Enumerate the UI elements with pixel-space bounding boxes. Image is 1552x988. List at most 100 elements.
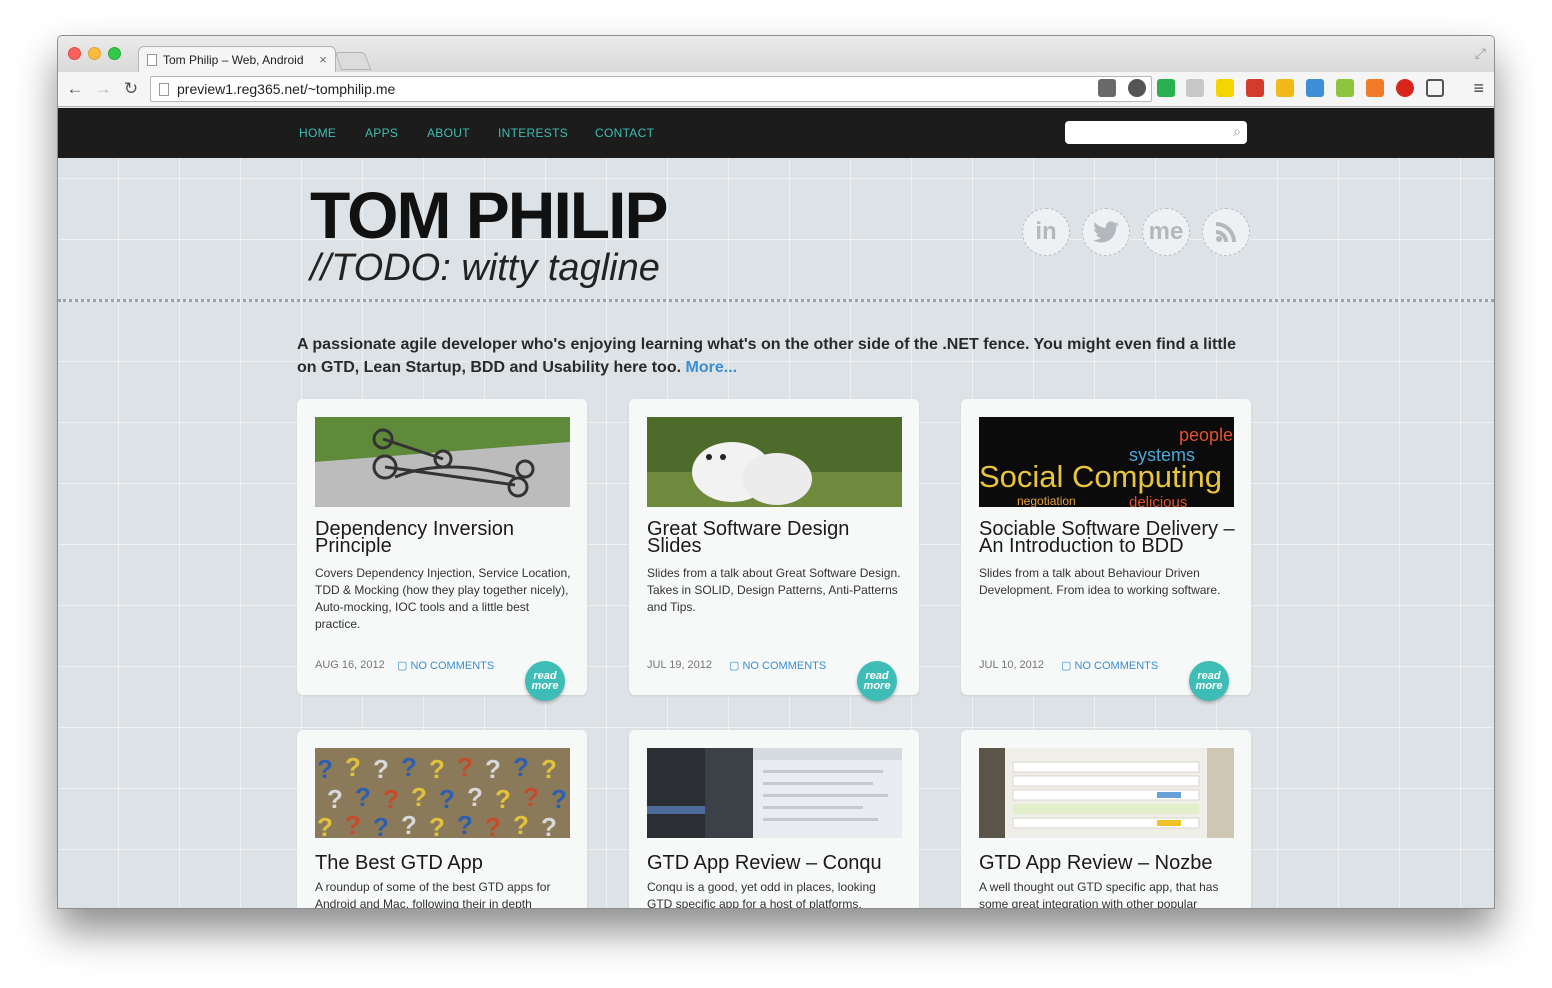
svg-text:?: ? [373, 754, 389, 784]
tab-close-icon[interactable]: × [317, 52, 329, 67]
post-comments-link[interactable]: ▢ NO COMMENTS [729, 659, 826, 672]
comment-icon: ▢ [729, 660, 740, 672]
forward-icon[interactable]: → [92, 79, 114, 99]
svg-text:?: ? [411, 782, 427, 812]
adblock-icon[interactable] [1396, 79, 1414, 97]
browser-window: Tom Philip – Web, Android × ⤢ ← → ↻ prev… [57, 35, 1495, 909]
address-bar[interactable]: preview1.reg365.net/~tomphilip.me ☆ [150, 76, 1152, 102]
extension-icon[interactable] [1098, 79, 1116, 97]
maximize-window-button[interactable] [108, 47, 121, 60]
browser-tab[interactable]: Tom Philip – Web, Android × [138, 46, 336, 72]
post-date: JUL 19, 2012 [647, 659, 713, 671]
nav-apps[interactable]: APPS [365, 126, 398, 140]
post-title[interactable]: GTD App Review – Conqu [647, 852, 909, 874]
page-icon [159, 82, 169, 96]
nav-home[interactable]: HOME [299, 126, 336, 140]
post-excerpt: Conqu is a good, yet odd in places, look… [647, 880, 876, 909]
svg-text:?: ? [439, 784, 455, 814]
post-title[interactable]: Dependency Inversion Principle [315, 519, 577, 556]
search-input[interactable]: ⌕ [1065, 121, 1247, 144]
linkedin-icon[interactable]: in [1022, 208, 1070, 256]
post-thumbnail: ????????? ????????? ????????? [315, 748, 570, 838]
twitter-icon[interactable] [1082, 208, 1130, 256]
svg-text:?: ? [383, 784, 399, 814]
svg-text:?: ? [541, 812, 557, 838]
menu-icon[interactable]: ≡ [1473, 78, 1484, 99]
svg-text:?: ? [327, 784, 343, 814]
intro-text: A passionate agile developer who's enjoy… [297, 336, 1237, 376]
title-bar: Tom Philip – Web, Android × ⤢ [58, 36, 1494, 72]
svg-text:?: ? [513, 752, 529, 782]
svg-text:?: ? [355, 782, 371, 812]
post-title[interactable]: The Best GTD App [315, 852, 577, 874]
comment-icon: ▢ [397, 660, 408, 672]
post-title[interactable]: Sociable Software Delivery – An Introduc… [979, 519, 1241, 556]
about-me-icon[interactable]: me [1142, 208, 1190, 256]
post-thumbnail [647, 748, 902, 838]
nav-about[interactable]: ABOUT [427, 126, 470, 140]
comment-icon: ▢ [1061, 660, 1072, 672]
svg-text:?: ? [401, 752, 417, 782]
site-nav: HOME APPS ABOUT INTERESTS CONTACT ⌕ [58, 108, 1494, 158]
svg-text:?: ? [523, 782, 539, 812]
extension-icon[interactable] [1157, 79, 1175, 97]
svg-text:negotiation: negotiation [1017, 494, 1076, 507]
read-more-button[interactable]: read more [857, 661, 897, 701]
post-comments-link[interactable]: ▢ NO COMMENTS [397, 659, 494, 672]
svg-text:?: ? [457, 752, 473, 782]
read-more-button[interactable]: read more [1189, 661, 1229, 701]
post-card[interactable]: GTD App Review – Nozbe A well thought ou… [961, 730, 1251, 908]
intro-more-link[interactable]: More... [685, 359, 737, 376]
reload-icon[interactable]: ↻ [120, 79, 142, 99]
extension-icon[interactable] [1366, 79, 1384, 97]
post-card[interactable]: ????????? ????????? ????????? The Best G… [297, 730, 587, 909]
post-card[interactable]: Dependency Inversion Principle Covers De… [297, 399, 587, 701]
rss-icon[interactable] [1202, 208, 1250, 256]
translate-icon[interactable] [1306, 79, 1324, 97]
svg-text:?: ? [429, 812, 445, 838]
minimize-window-button[interactable] [88, 47, 101, 60]
svg-text:?: ? [317, 754, 333, 784]
search-icon[interactable]: ⌕ [1233, 123, 1241, 140]
svg-text:?: ? [513, 810, 529, 838]
svg-text:?: ? [467, 782, 483, 812]
post-thumbnail [979, 748, 1234, 838]
header-divider [58, 299, 1494, 302]
cast-icon[interactable] [1426, 79, 1444, 97]
new-tab-button[interactable] [334, 52, 372, 70]
read-more-button[interactable]: read more [525, 661, 565, 701]
extension-icon[interactable] [1186, 79, 1204, 97]
nav-contact[interactable]: CONTACT [595, 126, 654, 140]
svg-text:?: ? [345, 810, 361, 838]
url-text: preview1.reg365.net/~tomphilip.me [177, 81, 396, 97]
svg-text:?: ? [401, 810, 417, 838]
close-window-button[interactable] [68, 47, 81, 60]
svg-text:?: ? [373, 812, 389, 838]
fullscreen-icon[interactable]: ⤢ [1475, 45, 1486, 62]
post-comments-link[interactable]: ▢ NO COMMENTS [1061, 659, 1158, 672]
extension-icon[interactable] [1276, 79, 1294, 97]
post-date: AUG 16, 2012 [315, 659, 385, 671]
post-excerpt: Slides from a talk about Great Software … [647, 566, 901, 614]
post-title[interactable]: GTD App Review – Nozbe [979, 852, 1241, 874]
post-thumbnail [315, 417, 570, 507]
svg-text:?: ? [485, 754, 501, 784]
post-card[interactable]: GTD App Review – Conqu Conqu is a good, … [629, 730, 919, 909]
site-title: TOM PHILIP [310, 178, 668, 252]
back-icon[interactable]: ← [64, 79, 86, 99]
svg-text:?: ? [541, 754, 557, 784]
svg-text:?: ? [495, 784, 511, 814]
evernote-icon[interactable] [1128, 79, 1146, 97]
nav-interests[interactable]: INTERESTS [498, 126, 568, 140]
post-excerpt: A roundup of some of the best GTD apps f… [315, 880, 551, 909]
post-title[interactable]: Great Software Design Slides [647, 519, 909, 556]
site-tagline: //TODO: witty tagline [310, 247, 660, 289]
extension-icon[interactable] [1336, 79, 1354, 97]
post-thumbnail: people systems delicious negotiation Soc… [979, 417, 1234, 507]
extension-icon[interactable] [1216, 79, 1234, 97]
post-excerpt: Covers Dependency Injection, Service Loc… [315, 566, 571, 631]
extension-icon[interactable] [1246, 79, 1264, 97]
thumbnail-text: Social Computing [979, 459, 1222, 494]
post-card[interactable]: Great Software Design Slides Slides from… [629, 399, 919, 701]
post-card[interactable]: people systems delicious negotiation Soc… [961, 399, 1251, 701]
